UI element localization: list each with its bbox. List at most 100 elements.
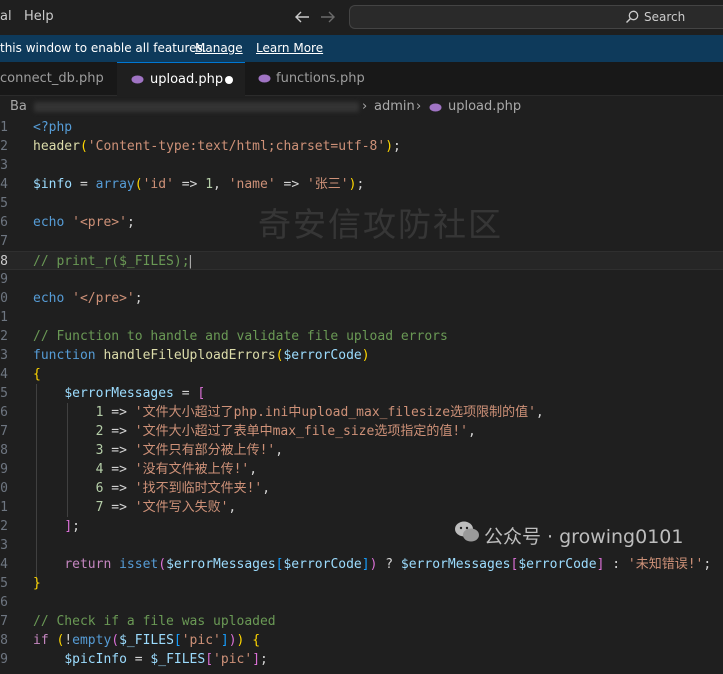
code-token: '</pre>' <box>72 291 135 306</box>
arrow-left-icon[interactable] <box>294 10 310 24</box>
code-token: function <box>33 348 96 363</box>
code-token: ! <box>64 633 73 648</box>
code-line[interactable]: 7 2 => '文件大小超过了表单中max_file_size选项指定的值!', <box>0 422 723 441</box>
code-text: $picInfo = $_FILES['pic']; <box>33 650 268 669</box>
code-line[interactable]: 3 <box>0 156 723 175</box>
code-line[interactable]: 2 header('Content-type:text/html;charset=… <box>0 137 723 156</box>
code-token: array <box>95 177 135 192</box>
code-token: [ <box>197 386 206 401</box>
code-text: $info = array('id' => 1, 'name' => '张三')… <box>33 175 364 194</box>
code-line[interactable]: 9 <box>0 270 723 289</box>
code-token: 1 <box>205 177 214 192</box>
code-token: isset <box>119 557 159 572</box>
breadcrumb-folder-admin[interactable]: admin <box>374 99 415 114</box>
code-line[interactable]: 2 // Function to handle and validate file… <box>0 327 723 346</box>
code-text: 4 => '没有文件被上传!', <box>33 460 257 479</box>
php-icon <box>131 75 144 84</box>
tab-upload[interactable]: upload.php <box>117 62 245 96</box>
code-token: => <box>103 405 135 420</box>
code-line[interactable]: 6 <box>0 593 723 612</box>
unsaved-dot-icon[interactable] <box>225 76 233 84</box>
learn-more-link[interactable]: Learn More <box>256 41 323 55</box>
code-line[interactable]: 9 $picInfo = $_FILES['pic']; <box>0 650 723 669</box>
code-token: '文件写入失败' <box>134 500 229 515</box>
code-line[interactable]: 4 $info = array('id' => 1, 'name' => '张三'… <box>0 175 723 194</box>
code-token: ( <box>111 633 120 648</box>
manage-link[interactable]: Manage <box>195 41 243 55</box>
code-line[interactable]: 5 $errorMessages = [ <box>0 384 723 403</box>
code-token: , <box>213 177 229 192</box>
code-text: echo '</pre>'; <box>33 289 143 308</box>
code-token: = <box>173 386 198 401</box>
code-token: = <box>72 177 96 192</box>
code-line[interactable]: 8 // print_r($_FILES);| <box>0 251 723 270</box>
code-token: $_FILES <box>119 633 174 648</box>
code-token: { <box>252 633 261 648</box>
line-number: 1 <box>0 120 8 135</box>
code-token: , <box>249 462 258 477</box>
code-token: // Check if a file was uploaded <box>33 614 276 629</box>
tab-functions[interactable]: functions.php <box>245 62 373 96</box>
line-number: 4 <box>0 177 8 192</box>
code-token: // Function to handle and validate file … <box>33 329 448 344</box>
wechat-icon <box>455 521 479 542</box>
code-token: = <box>126 652 151 667</box>
code-line[interactable]: 7 // Check if a file was uploaded <box>0 612 723 631</box>
code-token: ( <box>134 177 143 192</box>
code-line[interactable]: 9 4 => '没有文件被上传!', <box>0 460 723 479</box>
code-line[interactable]: 0 6 => '找不到临时文件夹!', <box>0 479 723 498</box>
code-line[interactable]: 1 <?php <box>0 118 723 137</box>
breadcrumb-root[interactable]: Ba <box>10 99 27 114</box>
line-number: 0 <box>0 291 8 306</box>
code-token: | <box>186 254 195 269</box>
code-token: => <box>103 500 135 515</box>
code-token: ; <box>126 215 135 230</box>
command-center-search[interactable]: Search <box>349 5 723 29</box>
title-bar: al Help Search <box>0 0 723 35</box>
code-line[interactable]: 8 3 => '文件只有部分被上传!', <box>0 441 723 460</box>
code-line[interactable]: 4 return isset($errorMessages[$errorCode… <box>0 555 723 574</box>
code-token: '找不到临时文件夹!' <box>134 481 263 496</box>
code-token: header <box>33 139 80 154</box>
code-line[interactable]: 4{ <box>0 365 723 384</box>
code-line[interactable]: 6 1 => '文件大小超过了php.ini中upload_max_filesi… <box>0 403 723 422</box>
line-number: 0 <box>0 481 8 496</box>
code-line[interactable]: 1 <box>0 308 723 327</box>
code-token: => <box>103 481 135 496</box>
code-token: => <box>103 462 135 477</box>
code-token: , <box>262 481 271 496</box>
code-token: => <box>275 177 307 192</box>
tab-connect-db[interactable]: connect_db.php <box>0 62 117 96</box>
menu-item-partial[interactable]: al <box>0 9 12 24</box>
code-line[interactable]: 0 echo '</pre>'; <box>0 289 723 308</box>
breadcrumb-separator: › <box>416 99 422 114</box>
code-text: 3 => '文件只有部分被上传!', <box>33 441 283 460</box>
line-number: 5 <box>0 196 8 211</box>
line-number: 6 <box>0 405 8 420</box>
menu-item-help[interactable]: Help <box>24 9 54 24</box>
breadcrumb-file[interactable]: upload.php <box>448 99 521 114</box>
banner-message: this window to enable all features. <box>0 41 207 55</box>
code-line[interactable]: 8 if (!empty($_FILES['pic'])) { <box>0 631 723 650</box>
code-text: } <box>33 574 41 593</box>
code-line[interactable]: 5} <box>0 574 723 593</box>
wechat-watermark: 公众号 · growing0101 <box>450 514 714 550</box>
code-token: '文件大小超过了php.ini中upload_max_filesize选项限制的… <box>134 405 536 420</box>
arrow-right-icon[interactable] <box>320 10 336 24</box>
code-token: $errorMessages <box>400 557 511 572</box>
code-text: { <box>33 365 41 384</box>
php-icon <box>258 74 271 83</box>
code-line[interactable]: 3 function handleFileUploadErrors($errorC… <box>0 346 723 365</box>
code-text: $errorMessages = [ <box>33 384 205 403</box>
code-token: '张三' <box>306 177 349 192</box>
code-token: ] <box>64 519 73 534</box>
code-token: $errorCode <box>283 557 362 572</box>
code-token: ) <box>385 139 394 154</box>
